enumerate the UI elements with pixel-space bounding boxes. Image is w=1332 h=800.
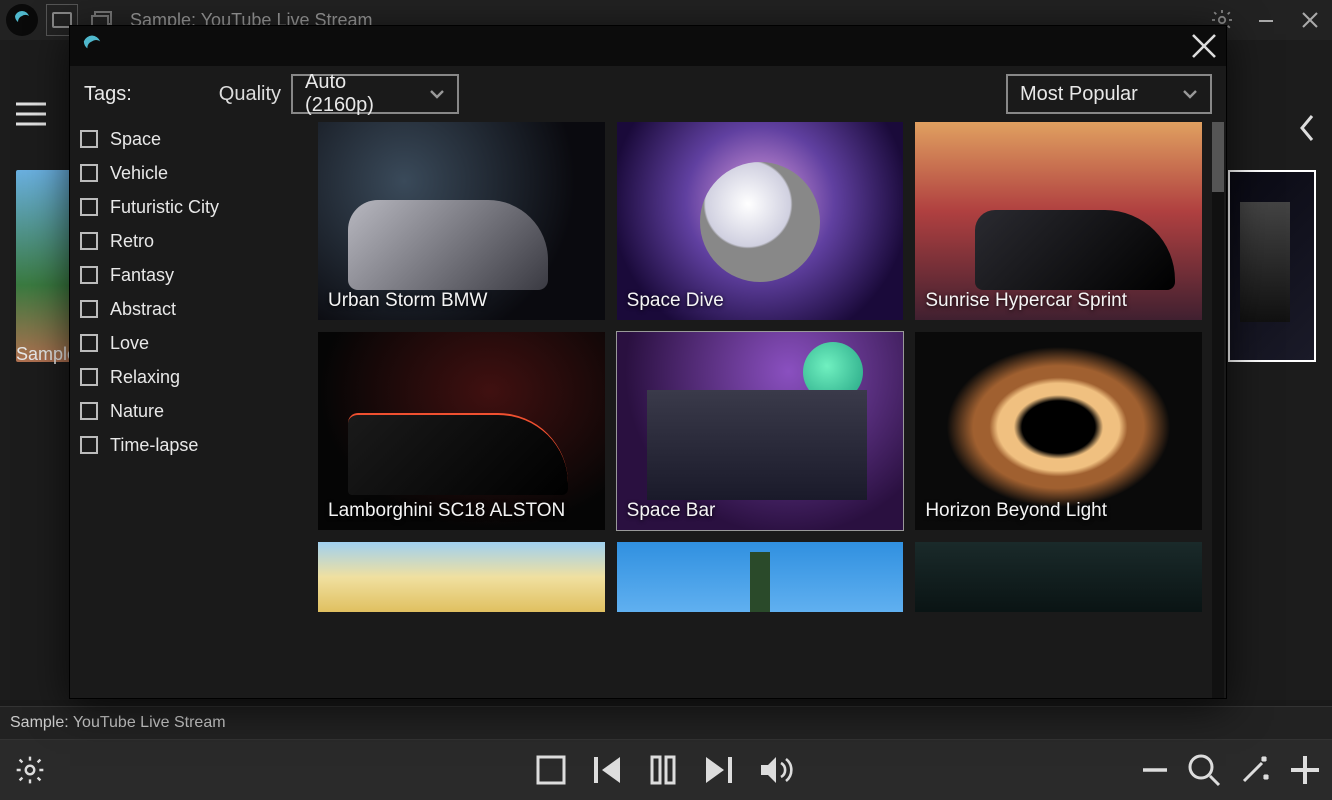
quality-select-value: Auto (2160p) xyxy=(305,71,411,117)
chevron-right-icon[interactable] xyxy=(1298,114,1316,142)
stop-button[interactable] xyxy=(534,753,568,787)
chevron-down-icon xyxy=(429,88,445,100)
tag-label: Time-lapse xyxy=(110,435,198,456)
status-bar: Sample: YouTube Live Stream xyxy=(0,706,1332,740)
checkbox[interactable] xyxy=(80,232,98,250)
card-title: Space Dive xyxy=(627,290,724,312)
gallery-modal: Tags: Quality Auto (2160p) Most Popular … xyxy=(70,26,1226,698)
checkbox[interactable] xyxy=(80,266,98,284)
gallery-card[interactable]: Horizon Beyond Light xyxy=(915,332,1202,530)
next-button[interactable] xyxy=(702,753,736,787)
tag-row[interactable]: Love xyxy=(80,326,308,360)
modal-close-button[interactable] xyxy=(1188,30,1220,62)
tag-row[interactable]: Space xyxy=(80,122,308,156)
minimize-button[interactable] xyxy=(1244,0,1288,40)
tag-row[interactable]: Nature xyxy=(80,394,308,428)
gallery-grid: Urban Storm BMW Space Dive Sunrise Hyperca… xyxy=(318,122,1208,698)
gallery-card[interactable] xyxy=(915,542,1202,612)
tag-label: Abstract xyxy=(110,299,176,320)
checkbox[interactable] xyxy=(80,164,98,182)
card-thumbnail xyxy=(617,542,904,612)
close-button[interactable] xyxy=(1288,0,1332,40)
tag-label: Space xyxy=(110,129,161,150)
gallery-card[interactable]: Space Bar xyxy=(617,332,904,530)
card-title: Urban Storm BMW xyxy=(328,290,487,312)
scrollbar-thumb[interactable] xyxy=(1212,122,1224,192)
scene-thumbnail-left-label: Sample xyxy=(16,344,77,365)
checkbox[interactable] xyxy=(80,198,98,216)
hamburger-menu-button[interactable] xyxy=(14,100,48,128)
tag-label: Retro xyxy=(110,231,154,252)
add-button[interactable] xyxy=(1288,753,1322,787)
checkbox[interactable] xyxy=(80,368,98,386)
card-thumbnail xyxy=(318,542,605,612)
sort-select-value: Most Popular xyxy=(1020,83,1138,106)
tag-label: Love xyxy=(110,333,149,354)
modal-logo-icon xyxy=(78,32,106,60)
checkbox[interactable] xyxy=(80,130,98,148)
checkbox[interactable] xyxy=(80,402,98,420)
settings-button[interactable] xyxy=(14,754,46,786)
volume-button[interactable] xyxy=(758,753,798,787)
modal-header: Tags: Quality Auto (2160p) Most Popular xyxy=(70,66,1226,122)
tag-label: Vehicle xyxy=(110,163,168,184)
search-button[interactable] xyxy=(1186,752,1222,788)
quality-label: Quality xyxy=(219,83,281,106)
gallery-card[interactable]: Space Dive xyxy=(617,122,904,320)
quality-select[interactable]: Auto (2160p) xyxy=(291,74,459,114)
control-bar xyxy=(0,740,1332,800)
previous-button[interactable] xyxy=(590,753,624,787)
tag-row[interactable]: Retro xyxy=(80,224,308,258)
tags-pane: Space Vehicle Futuristic City Retro Fantasy A… xyxy=(70,122,318,698)
card-title: Space Bar xyxy=(627,500,716,522)
chevron-down-icon xyxy=(1182,88,1198,100)
tag-label: Fantasy xyxy=(110,265,174,286)
checkbox[interactable] xyxy=(80,334,98,352)
tag-row[interactable]: Futuristic City xyxy=(80,190,308,224)
zoom-out-button[interactable] xyxy=(1140,755,1170,785)
gallery-card[interactable]: Lamborghini SC18 ALSTON xyxy=(318,332,605,530)
tag-label: Nature xyxy=(110,401,164,422)
card-title: Horizon Beyond Light xyxy=(925,500,1107,522)
tag-row[interactable]: Fantasy xyxy=(80,258,308,292)
tags-header: Tags: xyxy=(84,83,132,106)
checkbox[interactable] xyxy=(80,300,98,318)
scene-thumbnail-right[interactable] xyxy=(1228,170,1316,362)
gallery-card[interactable] xyxy=(617,542,904,612)
tag-label: Relaxing xyxy=(110,367,180,388)
pause-button[interactable] xyxy=(646,753,680,787)
modal-titlebar xyxy=(70,26,1226,66)
status-text: Sample: YouTube Live Stream xyxy=(10,714,226,732)
card-thumbnail xyxy=(915,542,1202,612)
sort-select[interactable]: Most Popular xyxy=(1006,74,1212,114)
tag-row[interactable]: Vehicle xyxy=(80,156,308,190)
gallery-card[interactable] xyxy=(318,542,605,612)
tag-label: Futuristic City xyxy=(110,197,219,218)
scene-thumbnail-left[interactable] xyxy=(16,170,72,362)
gallery-card[interactable]: Sunrise Hypercar Sprint xyxy=(915,122,1202,320)
scrollbar[interactable] xyxy=(1212,122,1224,698)
app-logo-icon xyxy=(6,4,38,36)
tag-row[interactable]: Relaxing xyxy=(80,360,308,394)
card-title: Lamborghini SC18 ALSTON xyxy=(328,500,565,522)
gallery-card[interactable]: Urban Storm BMW xyxy=(318,122,605,320)
tag-row[interactable]: Time-lapse xyxy=(80,428,308,462)
tag-row[interactable]: Abstract xyxy=(80,292,308,326)
magic-wand-button[interactable] xyxy=(1238,753,1272,787)
card-title: Sunrise Hypercar Sprint xyxy=(925,290,1127,312)
checkbox[interactable] xyxy=(80,436,98,454)
